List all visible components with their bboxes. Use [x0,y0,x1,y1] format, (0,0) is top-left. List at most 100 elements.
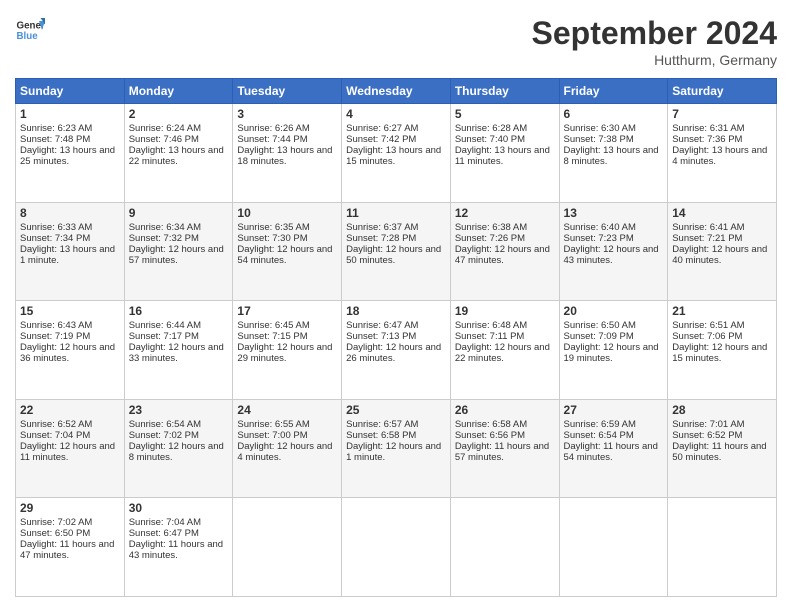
sunset-label: Sunset: 7:44 PM [237,134,307,145]
table-cell: 2 Sunrise: 6:24 AM Sunset: 7:46 PM Dayli… [124,104,233,203]
table-cell: 28 Sunrise: 7:01 AM Sunset: 6:52 PM Dayl… [668,399,777,498]
table-cell [559,498,668,597]
daylight-label: Daylight: 12 hours and 15 minutes. [672,342,767,364]
header-wednesday: Wednesday [342,79,451,104]
sunset-label: Sunset: 7:04 PM [20,430,90,441]
table-cell: 25 Sunrise: 6:57 AM Sunset: 6:58 PM Dayl… [342,399,451,498]
sunset-label: Sunset: 7:26 PM [455,233,525,244]
day-number: 5 [455,107,555,121]
sunset-label: Sunset: 7:42 PM [346,134,416,145]
header-monday: Monday [124,79,233,104]
sunset-label: Sunset: 6:54 PM [564,430,634,441]
sunrise-label: Sunrise: 6:45 AM [237,320,309,331]
sunset-label: Sunset: 7:32 PM [129,233,199,244]
day-number: 29 [20,501,120,515]
daylight-label: Daylight: 12 hours and 29 minutes. [237,342,332,364]
table-cell: 15 Sunrise: 6:43 AM Sunset: 7:19 PM Dayl… [16,301,125,400]
sunset-label: Sunset: 7:00 PM [237,430,307,441]
sunset-label: Sunset: 7:17 PM [129,331,199,342]
day-number: 14 [672,206,772,220]
sunset-label: Sunset: 7:38 PM [564,134,634,145]
table-cell: 13 Sunrise: 6:40 AM Sunset: 7:23 PM Dayl… [559,202,668,301]
day-number: 16 [129,304,229,318]
header-thursday: Thursday [450,79,559,104]
sunrise-label: Sunrise: 6:51 AM [672,320,744,331]
calendar-table: Sunday Monday Tuesday Wednesday Thursday… [15,78,777,597]
table-cell: 27 Sunrise: 6:59 AM Sunset: 6:54 PM Dayl… [559,399,668,498]
sunset-label: Sunset: 6:52 PM [672,430,742,441]
header-friday: Friday [559,79,668,104]
header-sunday: Sunday [16,79,125,104]
sunset-label: Sunset: 7:48 PM [20,134,90,145]
table-cell: 4 Sunrise: 6:27 AM Sunset: 7:42 PM Dayli… [342,104,451,203]
sunset-label: Sunset: 7:40 PM [455,134,525,145]
daylight-label: Daylight: 12 hours and 43 minutes. [564,244,659,266]
daylight-label: Daylight: 13 hours and 25 minutes. [20,145,115,167]
day-number: 11 [346,206,446,220]
table-cell: 30 Sunrise: 7:04 AM Sunset: 6:47 PM Dayl… [124,498,233,597]
day-number: 22 [20,403,120,417]
daylight-label: Daylight: 13 hours and 22 minutes. [129,145,224,167]
day-number: 9 [129,206,229,220]
table-cell [668,498,777,597]
sunrise-label: Sunrise: 6:54 AM [129,419,201,430]
day-number: 24 [237,403,337,417]
sunset-label: Sunset: 7:46 PM [129,134,199,145]
table-cell: 20 Sunrise: 6:50 AM Sunset: 7:09 PM Dayl… [559,301,668,400]
daylight-label: Daylight: 11 hours and 57 minutes. [455,441,549,463]
daylight-label: Daylight: 12 hours and 22 minutes. [455,342,550,364]
day-number: 2 [129,107,229,121]
week-row-2: 8 Sunrise: 6:33 AM Sunset: 7:34 PM Dayli… [16,202,777,301]
day-number: 12 [455,206,555,220]
daylight-label: Daylight: 13 hours and 15 minutes. [346,145,441,167]
sunset-label: Sunset: 7:28 PM [346,233,416,244]
sunrise-label: Sunrise: 6:31 AM [672,123,744,134]
daylight-label: Daylight: 13 hours and 18 minutes. [237,145,332,167]
table-cell: 14 Sunrise: 6:41 AM Sunset: 7:21 PM Dayl… [668,202,777,301]
sunrise-label: Sunrise: 6:40 AM [564,222,636,233]
daylight-label: Daylight: 13 hours and 11 minutes. [455,145,550,167]
sunrise-label: Sunrise: 6:57 AM [346,419,418,430]
daylight-label: Daylight: 11 hours and 47 minutes. [20,539,114,561]
sunrise-label: Sunrise: 7:04 AM [129,517,201,528]
table-cell [233,498,342,597]
daylight-label: Daylight: 12 hours and 33 minutes. [129,342,224,364]
sunrise-label: Sunrise: 7:01 AM [672,419,744,430]
day-number: 26 [455,403,555,417]
daylight-label: Daylight: 13 hours and 8 minutes. [564,145,659,167]
location: Hutthurm, Germany [532,52,777,68]
sunrise-label: Sunrise: 6:23 AM [20,123,92,134]
sunset-label: Sunset: 7:02 PM [129,430,199,441]
sunset-label: Sunset: 7:36 PM [672,134,742,145]
sunrise-label: Sunrise: 6:38 AM [455,222,527,233]
calendar-header-row: Sunday Monday Tuesday Wednesday Thursday… [16,79,777,104]
title-block: September 2024 Hutthurm, Germany [532,15,777,68]
daylight-label: Daylight: 12 hours and 47 minutes. [455,244,550,266]
sunrise-label: Sunrise: 6:33 AM [20,222,92,233]
sunrise-label: Sunrise: 6:52 AM [20,419,92,430]
sunset-label: Sunset: 7:19 PM [20,331,90,342]
day-number: 8 [20,206,120,220]
sunset-label: Sunset: 6:56 PM [455,430,525,441]
sunset-label: Sunset: 6:47 PM [129,528,199,539]
daylight-label: Daylight: 13 hours and 1 minute. [20,244,115,266]
sunset-label: Sunset: 7:11 PM [455,331,525,342]
day-number: 20 [564,304,664,318]
svg-text:Blue: Blue [17,31,39,42]
day-number: 15 [20,304,120,318]
week-row-1: 1 Sunrise: 6:23 AM Sunset: 7:48 PM Dayli… [16,104,777,203]
day-number: 4 [346,107,446,121]
sunset-label: Sunset: 7:30 PM [237,233,307,244]
sunset-label: Sunset: 7:23 PM [564,233,634,244]
day-number: 25 [346,403,446,417]
table-cell: 3 Sunrise: 6:26 AM Sunset: 7:44 PM Dayli… [233,104,342,203]
day-number: 6 [564,107,664,121]
sunset-label: Sunset: 7:06 PM [672,331,742,342]
daylight-label: Daylight: 11 hours and 43 minutes. [129,539,223,561]
table-cell: 21 Sunrise: 6:51 AM Sunset: 7:06 PM Dayl… [668,301,777,400]
table-cell [342,498,451,597]
table-cell: 18 Sunrise: 6:47 AM Sunset: 7:13 PM Dayl… [342,301,451,400]
table-cell: 26 Sunrise: 6:58 AM Sunset: 6:56 PM Dayl… [450,399,559,498]
sunrise-label: Sunrise: 6:28 AM [455,123,527,134]
sunset-label: Sunset: 6:58 PM [346,430,416,441]
